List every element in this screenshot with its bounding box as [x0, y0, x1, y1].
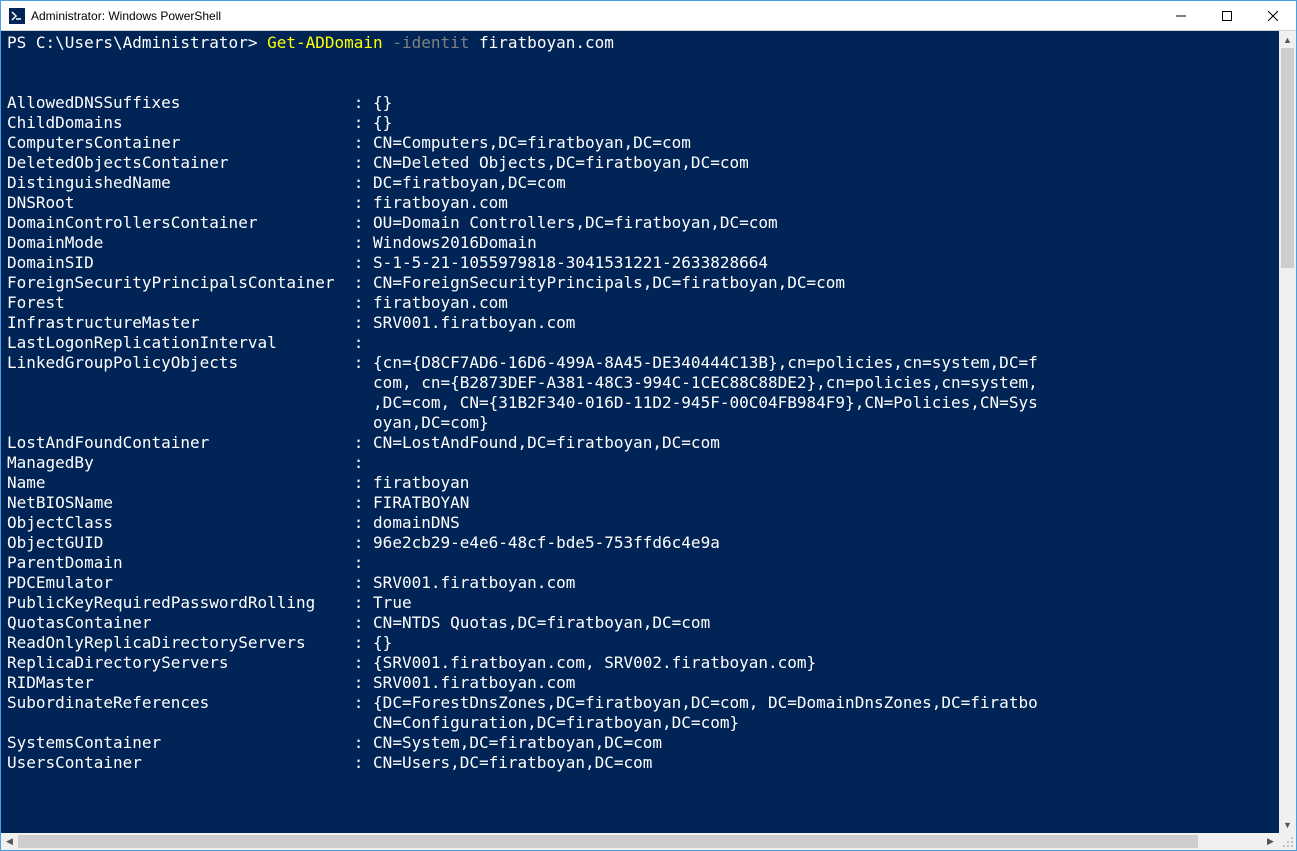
property-row: ManagedBy : — [7, 453, 373, 472]
scroll-right-button[interactable]: ▶ — [1262, 833, 1279, 850]
property-row: ObjectClass : domainDNS — [7, 513, 460, 532]
property-row: ChildDomains : {} — [7, 113, 392, 132]
prompt-prefix: PS C:\Users\Administrator> — [7, 33, 267, 52]
scroll-left-button[interactable]: ◀ — [1, 833, 18, 850]
resize-grip-icon[interactable] — [1279, 833, 1296, 850]
property-row: DomainControllersContainer : OU=Domain C… — [7, 213, 778, 232]
minimize-button[interactable] — [1158, 1, 1204, 30]
horizontal-scroll-thumb[interactable] — [18, 835, 1198, 848]
maximize-button[interactable] — [1204, 1, 1250, 30]
property-row: RIDMaster : SRV001.firatboyan.com — [7, 673, 575, 692]
property-row-continuation: oyan,DC=com} — [7, 413, 489, 432]
property-row: PublicKeyRequiredPasswordRolling : True — [7, 593, 412, 612]
terminal-output[interactable]: PS C:\Users\Administrator> Get-ADDomain … — [1, 31, 1279, 833]
property-row: PDCEmulator : SRV001.firatboyan.com — [7, 573, 575, 592]
property-row: DistinguishedName : DC=firatboyan,DC=com — [7, 173, 566, 192]
property-row: NetBIOSName : FIRATBOYAN — [7, 493, 469, 512]
close-button[interactable] — [1250, 1, 1296, 30]
property-row: ForeignSecurityPrincipalsContainer : CN=… — [7, 273, 845, 292]
property-row: LinkedGroupPolicyObjects : {cn={D8CF7AD6… — [7, 353, 1038, 372]
property-row: UsersContainer : CN=Users,DC=firatboyan,… — [7, 753, 652, 772]
property-row: ReadOnlyReplicaDirectoryServers : {} — [7, 633, 392, 652]
property-row: Name : firatboyan — [7, 473, 469, 492]
vertical-scrollbar[interactable]: ▲ ▼ — [1279, 31, 1296, 833]
property-row: LostAndFoundContainer : CN=LostAndFound,… — [7, 433, 720, 452]
property-row: SubordinateReferences : {DC=ForestDnsZon… — [7, 693, 1038, 712]
property-row: DeletedObjectsContainer : CN=Deleted Obj… — [7, 153, 749, 172]
horizontal-scroll-track[interactable] — [18, 833, 1262, 850]
scroll-up-button[interactable]: ▲ — [1279, 31, 1296, 48]
property-row: SystemsContainer : CN=System,DC=firatboy… — [7, 733, 662, 752]
prompt-command: Get-ADDomain — [267, 33, 383, 52]
powershell-icon — [9, 8, 25, 24]
property-row: ComputersContainer : CN=Computers,DC=fir… — [7, 133, 691, 152]
vertical-scroll-track[interactable] — [1279, 48, 1296, 816]
property-row: AllowedDNSSuffixes : {} — [7, 93, 392, 112]
property-row-continuation: ,DC=com, CN={31B2F340-016D-11D2-945F-00C… — [7, 393, 1038, 412]
property-row: ReplicaDirectoryServers : {SRV001.firatb… — [7, 653, 816, 672]
window-titlebar: Administrator: Windows PowerShell — [1, 1, 1296, 31]
property-row: QuotasContainer : CN=NTDS Quotas,DC=fira… — [7, 613, 710, 632]
property-row: DomainSID : S-1-5-21-1055979818-30415312… — [7, 253, 768, 272]
window-title: Administrator: Windows PowerShell — [31, 9, 1158, 23]
property-row: DNSRoot : firatboyan.com — [7, 193, 508, 212]
prompt-parameter: -identit — [383, 33, 479, 52]
property-row: ObjectGUID : 96e2cb29-e4e6-48cf-bde5-753… — [7, 533, 720, 552]
terminal-container: PS C:\Users\Administrator> Get-ADDomain … — [1, 31, 1296, 850]
property-row: InfrastructureMaster : SRV001.firatboyan… — [7, 313, 575, 332]
property-row: ParentDomain : — [7, 553, 373, 572]
property-row: DomainMode : Windows2016Domain — [7, 233, 537, 252]
property-row-continuation: com, cn={B2873DEF-A381-48C3-994C-1CEC88C… — [7, 373, 1038, 392]
scroll-down-button[interactable]: ▼ — [1279, 816, 1296, 833]
property-row: Forest : firatboyan.com — [7, 293, 508, 312]
property-row-continuation: CN=Configuration,DC=firatboyan,DC=com} — [7, 713, 739, 732]
horizontal-scrollbar[interactable]: ◀ ▶ — [1, 833, 1279, 850]
property-row: LastLogonReplicationInterval : — [7, 333, 373, 352]
vertical-scroll-thumb[interactable] — [1281, 48, 1294, 268]
prompt-argument: firatboyan.com — [479, 33, 614, 52]
window-controls — [1158, 1, 1296, 30]
